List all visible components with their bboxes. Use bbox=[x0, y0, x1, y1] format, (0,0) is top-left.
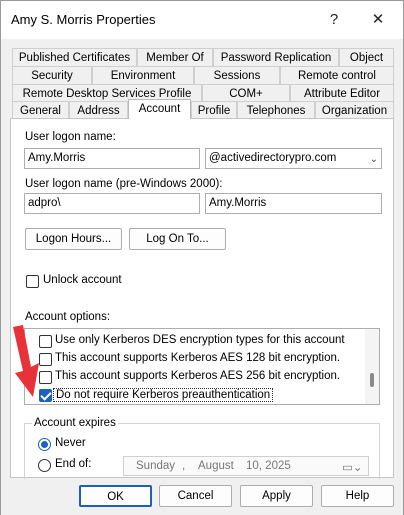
dropdown-arrow-icon: ⌄ bbox=[369, 154, 378, 165]
tab-general[interactable]: General bbox=[12, 101, 69, 119]
tab-security[interactable]: Security bbox=[12, 66, 92, 84]
tab-environment[interactable]: Environment bbox=[92, 66, 194, 84]
account-options-label: Account options: bbox=[25, 311, 111, 323]
help-button[interactable]: Help bbox=[321, 485, 394, 507]
option-label: This account supports Kerberos AES 256 b… bbox=[55, 370, 341, 382]
list-item[interactable]: Do not require Kerberos preauthenticatio… bbox=[25, 387, 365, 404]
tab-profile[interactable]: Profile bbox=[191, 101, 237, 119]
button-bar: OK Cancel Apply Help bbox=[1, 479, 403, 515]
logon-name-label: User logon name: bbox=[25, 131, 116, 143]
pre2000-label: User logon name (pre-Windows 2000): bbox=[25, 178, 223, 190]
account-expires-label: Account expires bbox=[32, 417, 118, 429]
list-item[interactable]: Use only Kerberos DES encryption types f… bbox=[25, 333, 365, 350]
ok-button[interactable]: OK bbox=[79, 485, 152, 507]
unlock-account-label: Unlock account bbox=[43, 274, 122, 286]
date-rest: 10, 2025 bbox=[246, 460, 291, 472]
option-label: Use only Kerberos DES encryption types f… bbox=[55, 334, 345, 346]
logon-hours-button[interactable]: Logon Hours... bbox=[25, 228, 122, 250]
account-options-list[interactable]: Use only Kerberos DES encryption types f… bbox=[24, 328, 380, 405]
tab-published-certificates[interactable]: Published Certificates bbox=[12, 48, 137, 66]
tab-telephones[interactable]: Telephones bbox=[237, 101, 315, 119]
domain-select[interactable]: @activedirectorypro.com ⌄ bbox=[205, 148, 382, 169]
tab-organization[interactable]: Organization bbox=[315, 101, 394, 119]
tab-com-plus[interactable]: COM+ bbox=[202, 84, 290, 102]
option-label: This account supports Kerberos AES 128 b… bbox=[55, 352, 341, 364]
tab-address[interactable]: Address bbox=[69, 101, 128, 119]
tab-attribute-editor[interactable]: Attribute Editor bbox=[290, 84, 394, 102]
never-radio[interactable] bbox=[38, 438, 51, 451]
date-day: Sunday bbox=[136, 460, 176, 472]
unlock-account-checkbox[interactable] bbox=[26, 275, 39, 288]
end-of-date-picker[interactable]: Sunday , August 10, 2025 ▭⌄ bbox=[123, 456, 369, 476]
pre2000-name-input[interactable]: Amy.Morris bbox=[205, 193, 382, 214]
title-bar: Amy S. Morris Properties ? ✕ bbox=[1, 1, 403, 39]
tab-object[interactable]: Object bbox=[339, 48, 394, 66]
list-item[interactable]: This account supports Kerberos AES 128 b… bbox=[25, 351, 365, 368]
log-on-to-button[interactable]: Log On To... bbox=[129, 228, 226, 250]
end-of-radio[interactable] bbox=[38, 459, 51, 472]
cancel-button[interactable]: Cancel bbox=[159, 485, 232, 507]
apply-button[interactable]: Apply bbox=[240, 485, 313, 507]
logon-name-input[interactable]: Amy.Morris bbox=[24, 148, 200, 169]
pre2000-domain-field: adpro\ bbox=[24, 193, 200, 214]
option-label: Do not require Kerberos preauthenticatio… bbox=[53, 388, 274, 402]
end-of-label: End of: bbox=[55, 458, 92, 470]
date-month: August bbox=[198, 460, 234, 472]
help-icon[interactable]: ? bbox=[319, 7, 349, 33]
close-icon[interactable]: ✕ bbox=[363, 7, 393, 33]
domain-select-value: @activedirectorypro.com bbox=[209, 152, 337, 164]
tab-account[interactable]: Account bbox=[128, 99, 191, 119]
tab-password-replication[interactable]: Password Replication bbox=[213, 48, 339, 66]
window-title: Amy S. Morris Properties bbox=[11, 12, 156, 27]
calendar-icon: ▭⌄ bbox=[342, 462, 363, 474]
date-separator: , bbox=[182, 460, 186, 472]
annotation-arrow bbox=[13, 325, 39, 397]
tab-sessions[interactable]: Sessions bbox=[194, 66, 280, 84]
options-scrollbar[interactable] bbox=[365, 329, 379, 404]
tab-member-of[interactable]: Member Of bbox=[137, 48, 213, 66]
tab-remote-control[interactable]: Remote control bbox=[280, 66, 394, 84]
never-label: Never bbox=[55, 437, 86, 449]
list-item[interactable]: This account supports Kerberos AES 256 b… bbox=[25, 369, 365, 386]
scrollbar-thumb[interactable] bbox=[370, 373, 374, 387]
properties-dialog: Amy S. Morris Properties ? ✕ Published C… bbox=[0, 0, 404, 515]
